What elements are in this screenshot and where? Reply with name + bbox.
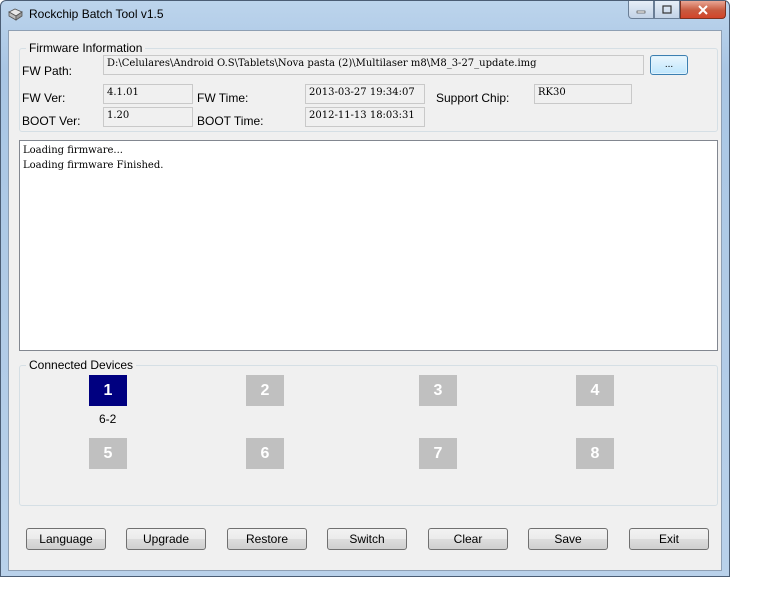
app-icon [8, 8, 23, 21]
switch-button[interactable]: Switch [327, 528, 407, 550]
log-textarea[interactable]: Loading firmware... Loading firmware Fin… [19, 140, 718, 351]
save-button[interactable]: Save [528, 528, 608, 550]
device-slot-3[interactable]: 3 [419, 375, 457, 406]
device-slot-1-port: 6-2 [99, 412, 117, 426]
close-button[interactable] [680, 1, 726, 19]
exit-button[interactable]: Exit [629, 528, 709, 550]
device-slot-5[interactable]: 5 [89, 438, 127, 469]
language-button[interactable]: Language [26, 528, 106, 550]
close-icon [698, 4, 708, 15]
firmware-info-title: Firmware Information [26, 41, 146, 55]
boot-time-field: 2012-11-13 18:03:31 [305, 107, 425, 127]
device-slot-1[interactable]: 1 [89, 375, 127, 406]
connected-devices-title: Connected Devices [26, 358, 137, 372]
minimize-icon [636, 10, 646, 13]
log-line: Loading firmware Finished. [23, 160, 164, 171]
log-line: Loading firmware... [23, 145, 123, 156]
fw-ver-field: 4.1.01 [103, 84, 193, 104]
fw-ver-label: FW Ver: [22, 91, 66, 105]
browse-button[interactable]: ... [650, 55, 688, 75]
device-slot-6[interactable]: 6 [246, 438, 284, 469]
fw-time-label: FW Time: [197, 91, 249, 105]
connected-devices-group: Connected Devices 1 6-2 2 3 4 5 6 7 8 [19, 358, 718, 506]
firmware-info-group: Firmware Information FW Path: D:\Celular… [19, 41, 718, 132]
support-chip-field: RK30 [534, 84, 632, 104]
client-area: Firmware Information FW Path: D:\Celular… [8, 30, 722, 571]
boot-ver-field: 1.20 [103, 107, 193, 127]
clear-button[interactable]: Clear [428, 528, 508, 550]
maximize-icon [662, 5, 672, 14]
upgrade-button[interactable]: Upgrade [126, 528, 206, 550]
device-slot-8[interactable]: 8 [576, 438, 614, 469]
fw-path-field[interactable]: D:\Celulares\Android O.S\Tablets\Nova pa… [103, 55, 644, 75]
device-slot-4[interactable]: 4 [576, 375, 614, 406]
fw-path-label: FW Path: [22, 64, 73, 78]
restore-button[interactable]: Restore [227, 528, 307, 550]
support-chip-label: Support Chip: [436, 91, 510, 105]
device-slot-2[interactable]: 2 [246, 375, 284, 406]
fw-time-field: 2013-03-27 19:34:07 [305, 84, 425, 104]
boot-time-label: BOOT Time: [197, 114, 264, 128]
device-slot-7[interactable]: 7 [419, 438, 457, 469]
maximize-button[interactable] [654, 1, 680, 19]
boot-ver-label: BOOT Ver: [22, 114, 81, 128]
window-title: Rockchip Batch Tool v1.5 [29, 7, 164, 21]
minimize-button[interactable] [628, 1, 654, 19]
title-bar[interactable]: Rockchip Batch Tool v1.5 [1, 1, 729, 29]
app-window: Rockchip Batch Tool v1.5 Firmware Inform… [0, 0, 730, 577]
